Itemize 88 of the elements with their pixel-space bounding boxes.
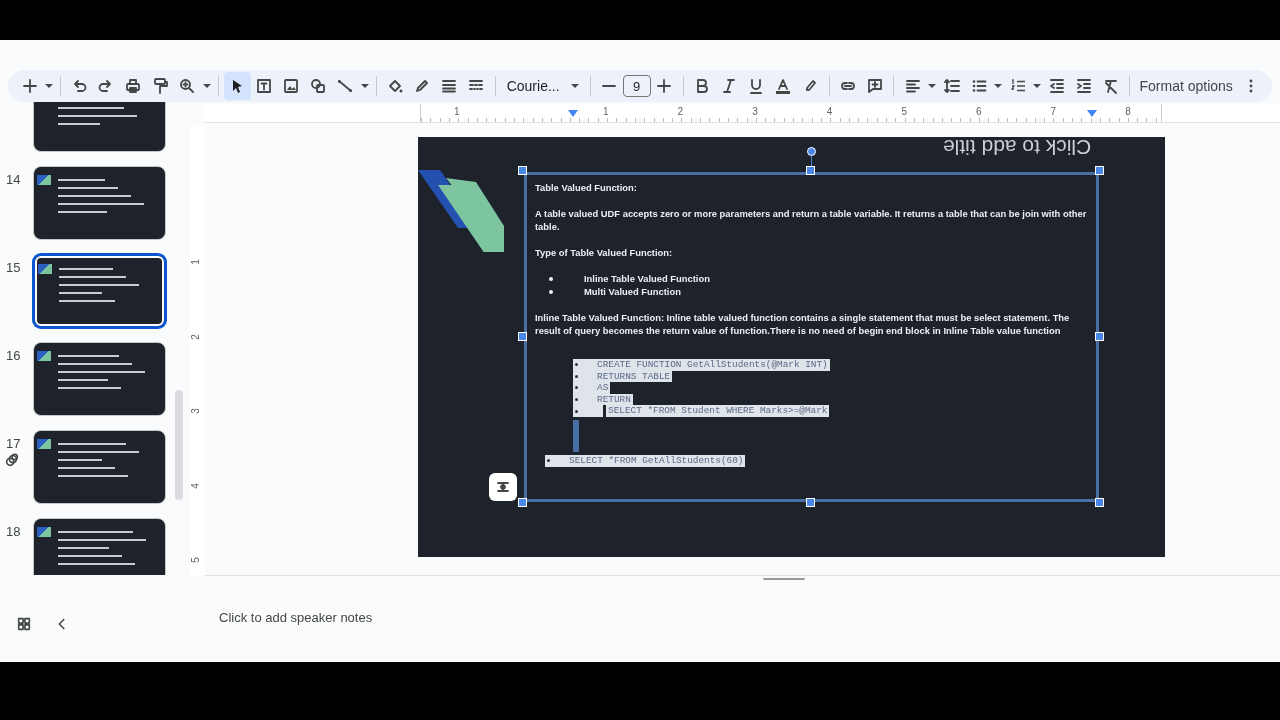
slide-number: 17 <box>5 435 22 451</box>
resize-handle[interactable] <box>806 498 815 507</box>
heading: Table Valued Function: <box>535 181 638 194</box>
caret-icon <box>570 84 579 88</box>
line-spacing-icon <box>942 77 961 95</box>
autofit-button[interactable] <box>489 473 517 501</box>
slide-canvas[interactable] <box>418 137 1165 557</box>
slide-number: 15 <box>5 259 22 275</box>
ruler-label: 5 <box>189 557 202 564</box>
rotate-handle[interactable] <box>807 147 816 156</box>
bullet-icon <box>549 289 553 294</box>
ruler-label: 2 <box>189 333 202 340</box>
resize-handle[interactable] <box>1095 498 1104 507</box>
title-placeholder[interactable]: Click to add title <box>942 135 1091 159</box>
bullet-icon <box>575 374 578 378</box>
ruler-label: 4 <box>826 106 833 118</box>
list-item: Multi Valued Function <box>584 285 681 298</box>
ruler-label: 4 <box>189 483 202 489</box>
slide-thumbnail[interactable] <box>33 166 166 240</box>
slide-thumbnail[interactable] <box>33 430 166 504</box>
resize-handle[interactable] <box>806 166 815 175</box>
cursor-bar <box>573 419 579 452</box>
caret-icon <box>202 84 211 88</box>
fill-color-icon <box>386 77 405 95</box>
new-slide-icon <box>20 77 39 95</box>
format-options-button[interactable]: Format options <box>1135 72 1238 100</box>
increase-size-icon <box>655 77 674 95</box>
grid-icon <box>16 616 32 632</box>
ruler-label: 8 <box>1125 106 1131 118</box>
slide-thumbnail[interactable] <box>33 342 166 416</box>
caret-icon <box>994 84 1003 88</box>
resize-handle[interactable] <box>1095 166 1104 175</box>
ruler-label: 2 <box>677 106 684 118</box>
increase-indent-icon <box>1074 77 1093 95</box>
caret-icon <box>360 84 369 88</box>
bullet-icon <box>575 386 578 390</box>
ruler-label: 6 <box>976 106 982 118</box>
indent-marker[interactable] <box>1087 110 1097 117</box>
slide-number: 16 <box>5 347 22 363</box>
bullet-icon <box>547 459 550 463</box>
text-box[interactable] <box>524 172 1099 502</box>
resize-handle[interactable] <box>518 498 527 507</box>
resize-handle[interactable] <box>518 332 527 341</box>
bullet-icon <box>575 363 578 367</box>
shape-icon <box>309 77 328 95</box>
decrease-indent-icon <box>1047 77 1066 95</box>
caret-icon <box>1033 84 1042 88</box>
resize-handle[interactable] <box>518 166 527 175</box>
notes-placeholder[interactable]: Click to add speaker notes <box>219 610 373 625</box>
text-box-icon <box>255 77 274 95</box>
comment-icon <box>865 77 884 95</box>
font-dropdown[interactable]: Courie... <box>500 72 585 100</box>
ruler-label: 1 <box>189 259 202 265</box>
list-item: Inline Table Valued Function <box>584 272 710 285</box>
bullet-icon <box>575 409 578 413</box>
grid-view-button[interactable] <box>16 616 32 632</box>
linked-rings-icon <box>4 452 20 468</box>
zoom-icon <box>178 77 197 95</box>
ruler-label: 1 <box>454 106 460 118</box>
font-size-field[interactable]: 9 <box>622 75 651 97</box>
ruler-label: 3 <box>752 106 758 118</box>
slide-thumbnail[interactable] <box>33 254 166 328</box>
ruler-label: 3 <box>189 408 202 414</box>
more-icon <box>1248 79 1253 93</box>
print-icon <box>124 77 143 95</box>
line-icon <box>336 77 355 95</box>
ruler-label: 5 <box>901 106 907 118</box>
paragraph: A table valued UDF accepts zero or more parameters and return a table variable. It returns a table that can be join with other table. <box>535 207 1088 233</box>
bullet-icon <box>549 276 553 281</box>
slide-number: 18 <box>5 523 22 539</box>
paragraph: Inline Table Valued Function: Inline table valued function contains a single statement that must be select statement. The result of query becomes the return value of function.There is no need of begin end block in Inline Table value function <box>535 311 1071 337</box>
subheading: Type of Table Valued Function: <box>535 246 674 259</box>
align-icon <box>903 77 922 95</box>
scrollbar[interactable] <box>175 390 183 500</box>
indent-marker[interactable] <box>568 110 578 117</box>
resize-handle[interactable] <box>1095 332 1104 341</box>
select-button[interactable] <box>223 72 251 100</box>
text-color-icon <box>774 77 793 95</box>
slide-thumbnail[interactable] <box>33 518 166 575</box>
caret-icon <box>928 84 937 88</box>
paint-format-icon <box>151 77 170 95</box>
bullet-icon <box>575 398 578 402</box>
slide-number: 14 <box>5 171 22 187</box>
image-icon <box>282 77 301 95</box>
border-weight-icon <box>440 77 459 95</box>
ruler-label: 7 <box>1050 106 1057 118</box>
caret-icon <box>45 84 53 88</box>
ruler-label: 1 <box>603 106 609 118</box>
